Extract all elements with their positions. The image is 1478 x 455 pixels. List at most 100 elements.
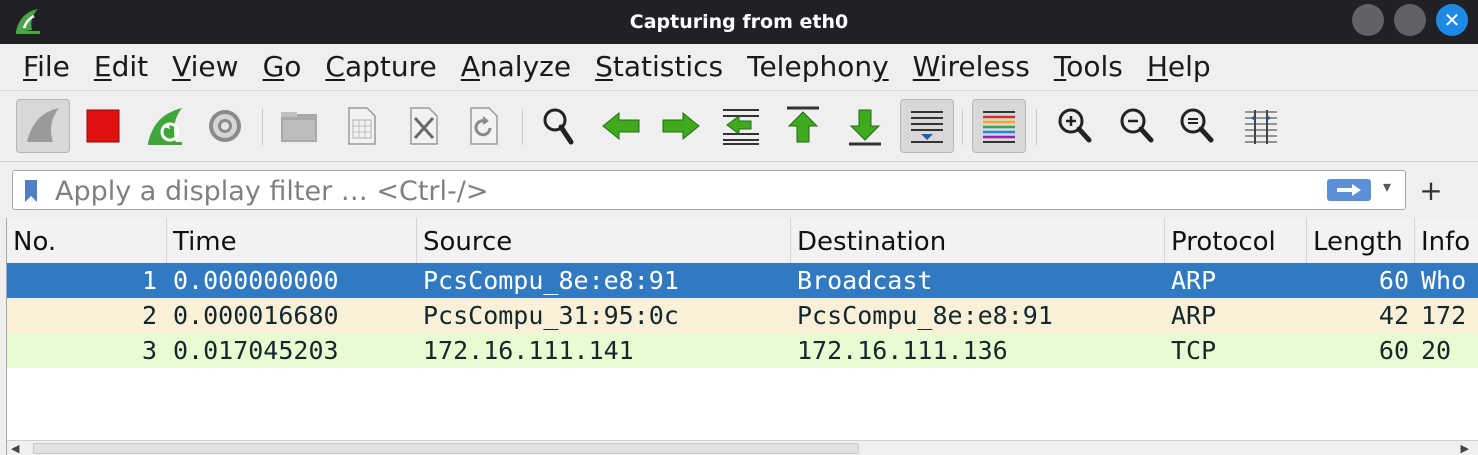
close-file-button[interactable]: [396, 99, 450, 153]
resize-columns-icon: [1245, 110, 1277, 144]
chevron-down-icon: ▾: [1383, 177, 1392, 196]
menu-item-accelerator: T: [1053, 49, 1067, 83]
go-first-packet-icon: [787, 106, 819, 143]
reload-file-button[interactable]: [456, 99, 510, 153]
menu-item-accelerator: H: [1146, 49, 1168, 83]
close-window-button[interactable]: ✕: [1436, 4, 1468, 36]
menu-item-label-part: o: [284, 49, 302, 83]
column-header-destination[interactable]: Destination: [791, 218, 1165, 263]
packet-cell-protocol: TCP: [1171, 336, 1217, 365]
filter-history-dropdown[interactable]: ▾: [1383, 177, 1391, 196]
scroll-right-icon[interactable]: ▶: [1461, 442, 1469, 455]
packet-cell-length: 60: [1378, 266, 1409, 295]
go-forward-button[interactable]: [654, 99, 708, 153]
menu-item[interactable]: File: [11, 50, 82, 83]
menu-item-label-part: dit: [111, 49, 149, 83]
packet-cell-source: PcsCompu_31:95:0c: [423, 301, 679, 330]
menu-item[interactable]: Capture: [313, 50, 448, 83]
packet-cell-no: 3: [141, 336, 157, 365]
menu-item[interactable]: Go: [251, 50, 314, 83]
horizontal-scrollbar[interactable]: ◀ ▶: [7, 440, 1478, 455]
menu-item-label-part: ile: [37, 49, 70, 83]
wireshark-app-icon: [16, 9, 40, 34]
packet-list-header: No. Time Source Destination Protocol Len…: [7, 218, 1478, 264]
toolbar-separator: [522, 109, 523, 145]
packet-row[interactable]: 2 0.000016680 PcsCompu_31:95:0c PcsCompu_8e…: [7, 298, 1478, 333]
packet-cell-time: 0.000000000: [173, 266, 339, 295]
menu-bar: File Edit View Go Capture Analyze Statistics Te…: [0, 44, 1478, 88]
title-bar: Capturing from eth0 ✕: [0, 0, 1478, 44]
apply-filter-button[interactable]: [1327, 179, 1371, 201]
menu-item-accelerator: F: [23, 49, 38, 83]
packet-cell-source: PcsCompu_8e:e8:91: [423, 266, 679, 295]
menu-item[interactable]: Analyze: [449, 50, 583, 83]
start-capture-fin-icon: [27, 108, 59, 142]
bookmark-icon[interactable]: [23, 179, 39, 203]
find-packet-icon: [543, 108, 574, 145]
menu-item[interactable]: Statistics: [583, 50, 735, 83]
stop-capture-button[interactable]: [76, 99, 130, 153]
menu-item[interactable]: Wireless: [901, 50, 1042, 83]
zoom-out-button[interactable]: [1110, 99, 1164, 153]
capture-options-gear-icon: [209, 110, 241, 142]
packet-cell-time: 0.000016680: [173, 301, 339, 330]
packet-cell-destination: PcsCompu_8e:e8:91: [797, 301, 1053, 330]
packet-cell-destination: Broadcast: [797, 266, 933, 295]
packet-cell-protocol: ARP: [1171, 266, 1217, 295]
menu-item[interactable]: Edit: [82, 50, 160, 83]
maximize-button[interactable]: [1394, 4, 1426, 36]
arrow-right-icon: [1337, 184, 1361, 196]
column-header-source[interactable]: Source: [417, 218, 791, 263]
menu-item-accelerator: V: [172, 49, 191, 83]
display-filter-bar: ▾: [12, 170, 1406, 210]
go-to-packet-button[interactable]: [714, 99, 768, 153]
open-file-button[interactable]: [272, 99, 326, 153]
column-header-time[interactable]: Time: [167, 218, 417, 263]
autoscroll-button[interactable]: [900, 99, 954, 153]
menu-item-accelerator: C: [325, 49, 345, 83]
menu-item-label-part: nalyze: [479, 49, 572, 83]
column-header-length[interactable]: Length: [1307, 218, 1415, 263]
normal-size-icon: [1180, 108, 1214, 143]
close-icon: ✕: [1443, 8, 1461, 32]
menu-item[interactable]: View: [160, 50, 250, 83]
menu-item-label-part: Telephon: [747, 49, 873, 83]
restart-capture-icon: [148, 108, 182, 145]
start-capture-button[interactable]: [16, 99, 70, 153]
open-file-icon: [281, 112, 317, 142]
menu-item[interactable]: Tools: [1042, 50, 1135, 83]
menu-item[interactable]: Telephony: [735, 50, 901, 83]
toolbar-separator: [962, 109, 963, 145]
go-back-button[interactable]: [594, 99, 648, 153]
minimize-button[interactable]: [1352, 4, 1384, 36]
save-file-icon: [348, 107, 376, 145]
normal-size-button[interactable]: [1170, 99, 1224, 153]
go-first-packet-button[interactable]: [776, 99, 830, 153]
column-header-no[interactable]: No.: [7, 218, 167, 263]
packet-row[interactable]: 1 0.000000000 PcsCompu_8e:e8:91 Broadcast AR…: [7, 263, 1478, 298]
packet-cell-source: 172.16.111.141: [423, 336, 634, 365]
packet-row[interactable]: 3 0.017045203 172.16.111.141 172.16.111.136…: [7, 333, 1478, 368]
menu-item-label-part: ools: [1066, 49, 1123, 83]
go-to-packet-icon: [723, 109, 759, 145]
resize-columns-button[interactable]: [1234, 99, 1288, 153]
add-filter-button[interactable]: +: [1418, 172, 1444, 208]
save-file-button[interactable]: [334, 99, 388, 153]
menu-item[interactable]: Help: [1135, 50, 1223, 83]
packet-cell-time: 0.017045203: [173, 336, 339, 365]
colorize-button[interactable]: [972, 99, 1026, 153]
menu-item-label-part: elp: [1167, 49, 1211, 83]
capture-options-button[interactable]: [198, 99, 252, 153]
packet-cell-info: 20: [1421, 336, 1452, 365]
packet-cell-info: 172: [1421, 301, 1467, 330]
packet-cell-protocol: ARP: [1171, 301, 1217, 330]
restart-capture-button[interactable]: [138, 99, 192, 153]
zoom-in-button[interactable]: [1048, 99, 1102, 153]
column-header-protocol[interactable]: Protocol: [1165, 218, 1307, 263]
go-last-packet-button[interactable]: [838, 99, 892, 153]
scroll-left-icon[interactable]: ◀: [11, 442, 19, 455]
scrollbar-thumb[interactable]: [33, 443, 859, 454]
column-header-info[interactable]: Info: [1415, 218, 1478, 263]
display-filter-input[interactable]: [53, 173, 1327, 209]
find-packet-button[interactable]: [532, 99, 586, 153]
